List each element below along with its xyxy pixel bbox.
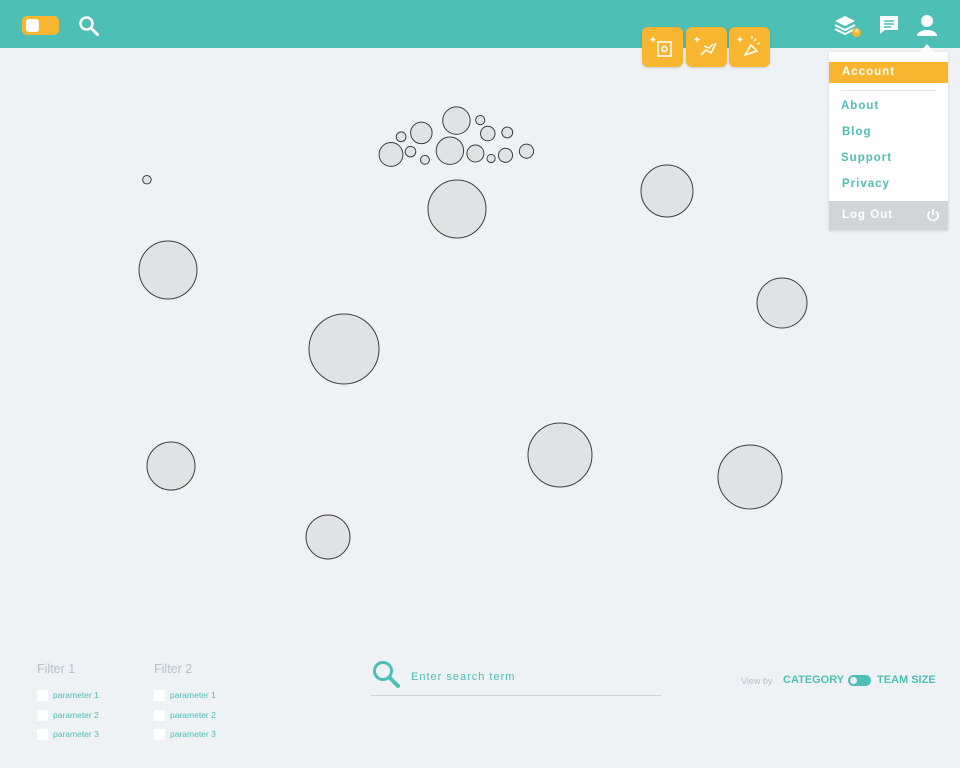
filter-2-title: Filter 2 (154, 662, 193, 676)
checkbox[interactable] (37, 710, 48, 721)
search-icon[interactable] (371, 659, 401, 689)
view-by-toggle[interactable] (848, 675, 871, 686)
bubble[interactable] (497, 147, 514, 163)
bubble[interactable] (308, 313, 380, 385)
checkbox[interactable] (154, 729, 165, 740)
bubble[interactable] (395, 131, 407, 143)
bubble[interactable] (410, 121, 433, 145)
bubble[interactable] (419, 154, 430, 165)
bubble[interactable] (404, 145, 417, 158)
bubble[interactable] (378, 142, 404, 167)
checkbox[interactable] (154, 710, 165, 721)
view-by-category[interactable]: CATEGORY (783, 674, 844, 686)
bubble[interactable] (501, 126, 514, 139)
bubble[interactable] (518, 143, 535, 159)
bubble[interactable] (756, 277, 808, 329)
bubble[interactable] (142, 175, 152, 185)
filter-1-title: Filter 1 (37, 662, 76, 676)
view-by-label: View by (741, 676, 773, 686)
bubble[interactable] (527, 422, 593, 488)
view-by-team-size[interactable]: TEAM SIZE (877, 674, 936, 686)
toggle-knob (850, 677, 857, 684)
bubble[interactable] (427, 179, 487, 239)
bubble[interactable] (466, 144, 485, 163)
search-input[interactable] (409, 666, 653, 688)
checkbox[interactable] (154, 690, 165, 701)
bubble[interactable] (486, 153, 496, 164)
checkbox[interactable] (37, 729, 48, 740)
bubble[interactable] (442, 106, 471, 135)
bubble-cluster-map (138, 106, 808, 560)
search-bar (371, 658, 661, 696)
bubble[interactable] (717, 444, 783, 510)
bubble[interactable] (305, 514, 351, 560)
bubble[interactable] (146, 441, 196, 491)
bubble[interactable] (480, 125, 496, 142)
checkbox[interactable] (37, 690, 48, 701)
bubble[interactable] (475, 115, 486, 126)
bubble[interactable] (640, 164, 694, 218)
bubble[interactable] (138, 240, 198, 300)
bubble[interactable] (435, 136, 465, 165)
